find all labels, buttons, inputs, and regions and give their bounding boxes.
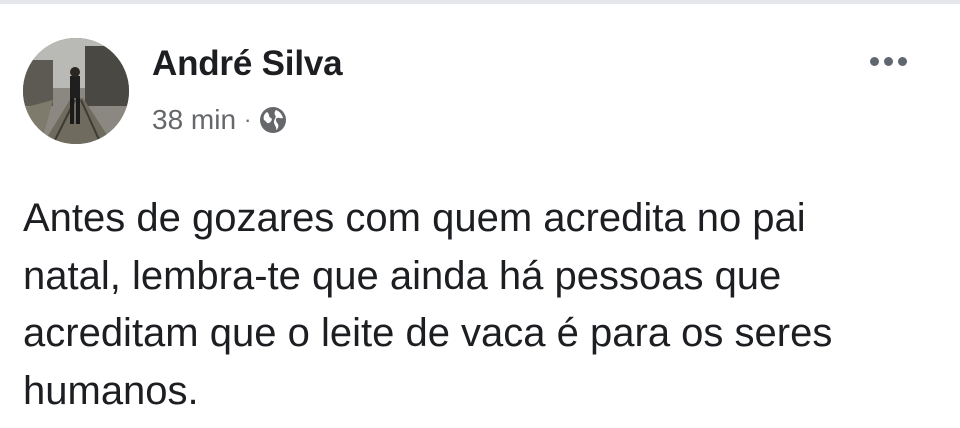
post-timestamp[interactable]: 38 min <box>152 104 236 136</box>
post-text: Antes de gozares com quem acredita no pa… <box>23 196 833 413</box>
more-dot <box>897 56 907 66</box>
post-card: André Silva 38 min · Antes de gozares co… <box>0 4 960 428</box>
more-options-icon[interactable] <box>862 46 914 76</box>
globe-icon[interactable] <box>258 105 288 135</box>
more-dot <box>883 56 893 66</box>
more-dot <box>869 56 879 66</box>
avatar-photo <box>23 38 129 144</box>
author-name[interactable]: André Silva <box>152 44 343 84</box>
meta-separator: · <box>244 107 252 132</box>
post-meta: 38 min · <box>152 100 288 140</box>
avatar[interactable] <box>23 38 129 144</box>
